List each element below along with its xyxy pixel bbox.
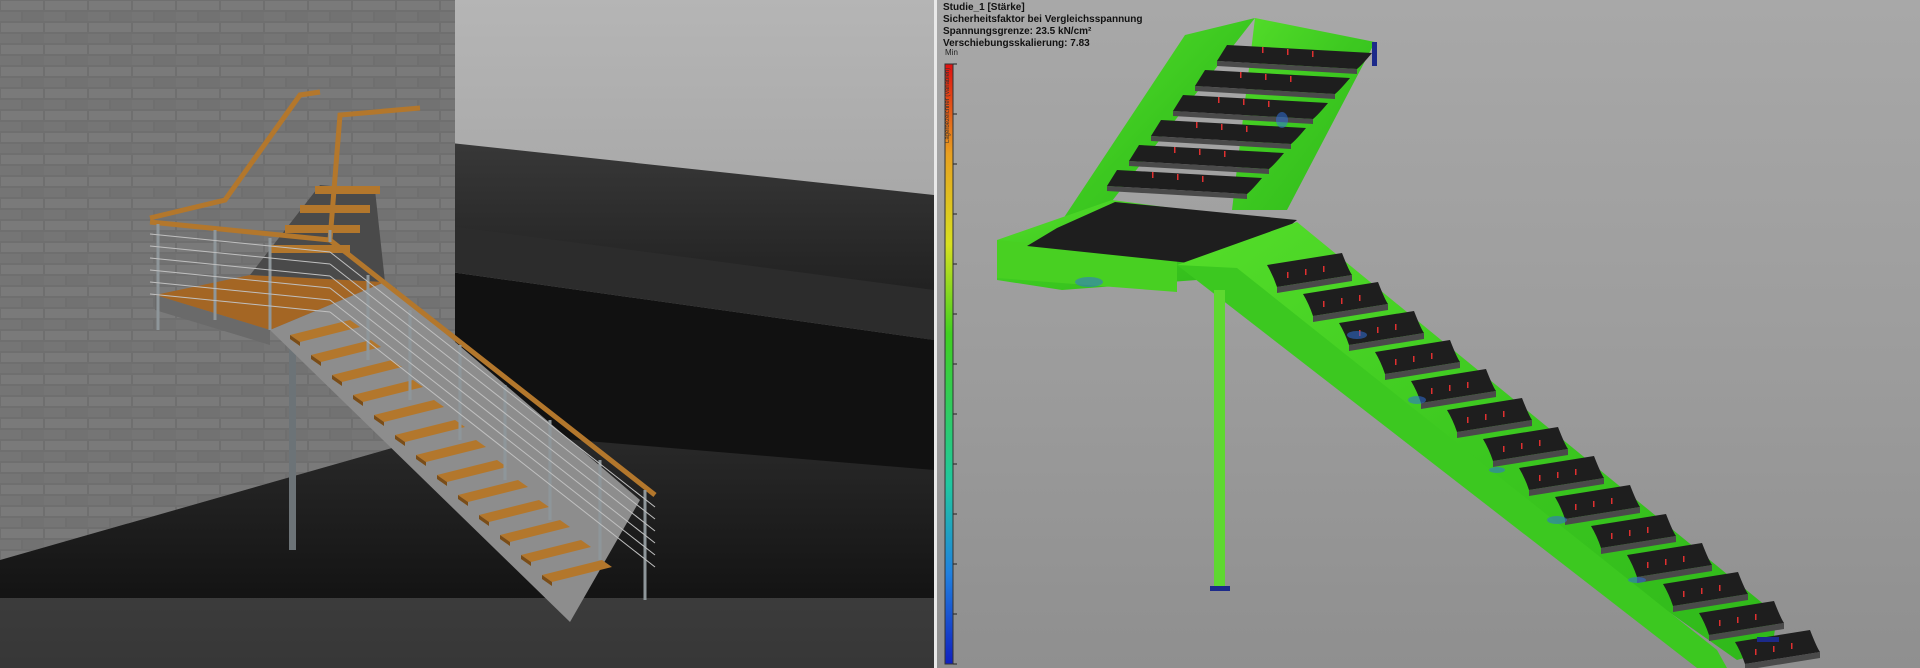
legend-min-label: Min [945, 48, 958, 57]
render-view[interactable] [0, 0, 934, 668]
support-column [289, 340, 296, 550]
stress-legend-bar [944, 63, 954, 665]
sim-scene [944, 18, 1820, 668]
safety-factor-label: Sicherheitsfaktor bei Vergleichsspannung [943, 14, 1143, 25]
study-title: Studie_1 [Stärke] [943, 2, 1025, 13]
legend-axis-label: Lagerbezeichner (Variablen) [945, 67, 951, 143]
stress-limit-label: Spannungsgrenze: 23.5 kN/cm² [943, 26, 1092, 37]
render-scene [0, 0, 934, 668]
simulation-view[interactable]: Studie_1 [Stärke] Sicherheitsfaktor bei … [937, 0, 1920, 668]
displacement-scale-label: Verschiebungsskalierung: 7.83 [943, 38, 1090, 49]
app-window: Studie_1 [Stärke] Sicherheitsfaktor bei … [0, 0, 1920, 668]
simulation-info: Studie_1 [Stärke] Sicherheitsfaktor bei … [943, 2, 1143, 50]
support-column [1214, 290, 1225, 590]
